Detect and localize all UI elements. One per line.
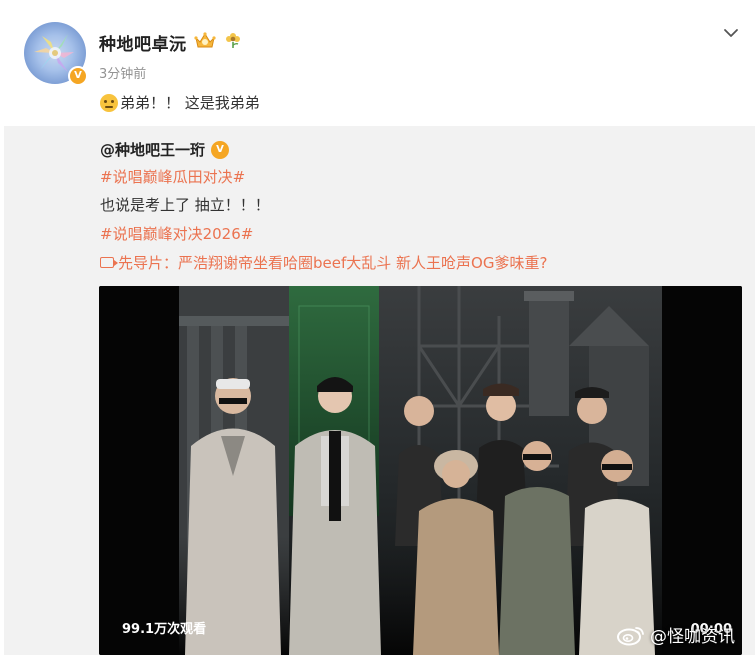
video-title-text[interactable]: 先导片：严浩翔谢帝坐看哈圈beef大乱斗 新人王呛声OG爹味重?	[118, 252, 547, 273]
post-text-content: 弟弟！！ 这是我弟弟	[120, 94, 260, 112]
thinking-emoji-icon	[100, 93, 118, 112]
verified-icon: V	[68, 66, 88, 86]
verified-icon: V	[211, 140, 230, 159]
video-link-icon	[100, 257, 118, 268]
crown-badge-icon	[194, 32, 216, 48]
watermark-text: @怪咖资讯	[650, 627, 735, 647]
post-header: V 种地吧卓沅 3分钟前 弟弟！！ 这是我弟弟	[0, 0, 755, 126]
username[interactable]: 种地吧卓沅	[99, 30, 187, 55]
weibo-logo-icon	[617, 626, 644, 645]
hashtag-link[interactable]: #说唱巅峰瓜田对决#	[100, 166, 245, 187]
repost-author[interactable]: @种地吧王一珩 V	[100, 139, 230, 160]
video-thumbnail	[99, 286, 742, 655]
repost-author-name[interactable]: @种地吧王一珩	[100, 139, 205, 160]
video-view-count: 99.1万次观看	[122, 622, 207, 637]
chevron-down-icon[interactable]	[723, 25, 739, 41]
post-text: 弟弟！！ 这是我弟弟	[100, 92, 260, 113]
repost-text: 也说是考上了 抽立！！！	[100, 196, 270, 214]
post-timestamp: 3分钟前	[99, 67, 147, 82]
flower-badge-icon	[226, 33, 240, 48]
video-title-link[interactable]: 先导片：严浩翔谢帝坐看哈圈beef大乱斗 新人王呛声OG爹味重?	[100, 252, 547, 273]
weibo-watermark: @怪咖资讯	[616, 622, 735, 647]
hashtag-link[interactable]: #说唱巅峰对决2026#	[100, 223, 253, 244]
video-player[interactable]: 99.1万次观看 00:00	[99, 286, 742, 655]
repost-card[interactable]: @种地吧王一珩 V #说唱巅峰瓜田对决# 也说是考上了 抽立！！！ #说唱巅峰对…	[4, 126, 755, 655]
